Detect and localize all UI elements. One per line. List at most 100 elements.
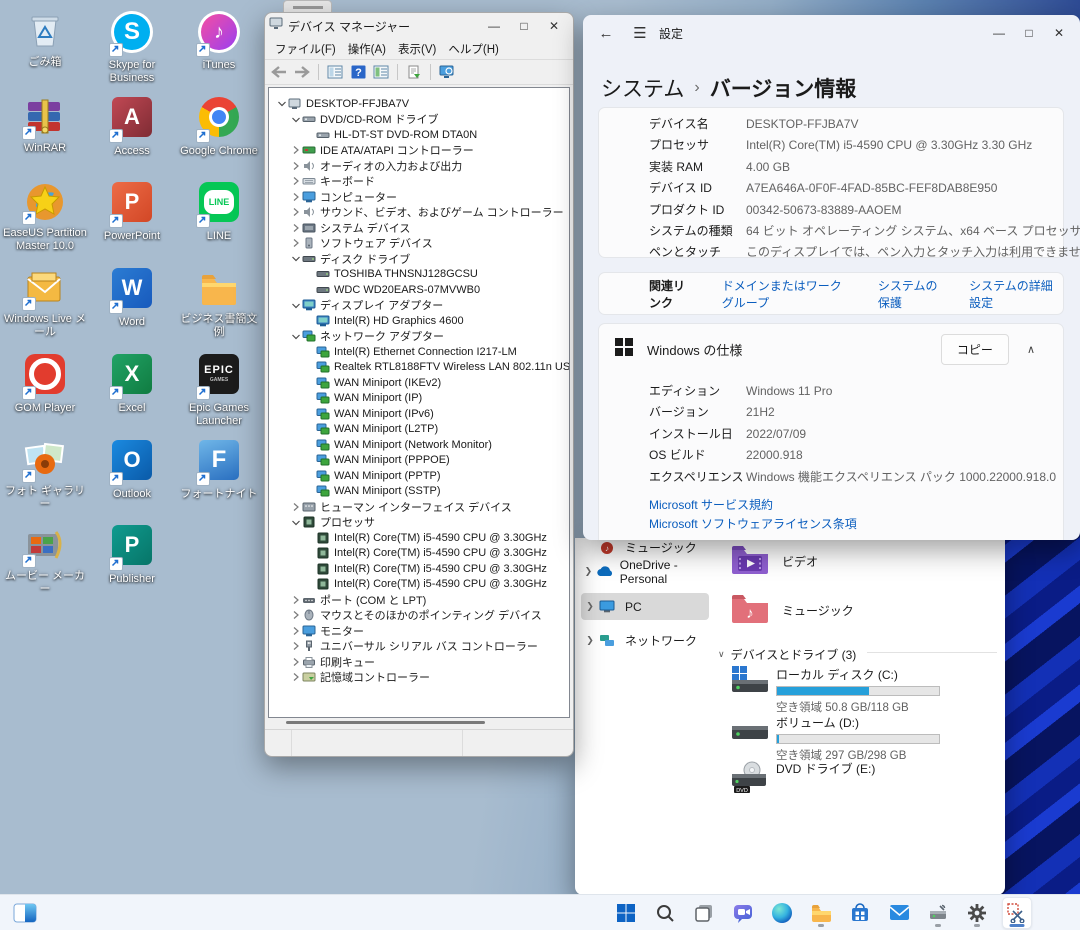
desktop-icon-epic-games-launcher[interactable]: EPICGAMESEpic Games Launcher xyxy=(176,351,262,428)
tree-item-wan-miniport-pptp[interactable]: WAN Miniport (PPTP) xyxy=(269,468,569,484)
desktop-icon-google-chrome[interactable]: Google Chrome xyxy=(176,94,262,158)
tree-item-dvd-cd-rom[interactable]: DVD/CD-ROM ドライブ xyxy=(269,112,569,128)
settings-titlebar[interactable]: ← ☰ 設定 — □ ✕ xyxy=(583,15,1080,51)
desktop-icon-winrar[interactable]: WinRAR xyxy=(2,94,88,155)
tree-item-toshiba-thnsnj128gcsu[interactable]: TOSHIBA THNSNJ128GCSU xyxy=(269,267,569,283)
list-view-icon[interactable] xyxy=(325,62,345,82)
desktop-icon-outlook[interactable]: OOutlook xyxy=(89,437,175,501)
chevron-down-icon[interactable] xyxy=(275,98,288,109)
desktop-icon-excel[interactable]: XExcel xyxy=(89,351,175,415)
drive-c[interactable]: ローカル ディスク (C:)空き領域 50.8 GB/118 GB xyxy=(730,666,990,715)
help-icon[interactable]: ? xyxy=(348,62,368,82)
desktop-icon-windows-live[interactable]: Windows Live メール xyxy=(2,265,88,339)
chevron-right-icon[interactable] xyxy=(289,656,302,667)
windows-spec-link-microsoft[interactable]: Microsoft サービス規約 xyxy=(649,498,773,512)
section-chevron-icon[interactable]: ∨ xyxy=(718,649,725,660)
tree-item-wan-miniport-sstp[interactable]: WAN Miniport (SSTP) xyxy=(269,484,569,500)
tree-item-hl-dt-st-dvd-rom-dta0n[interactable]: HL-DT-ST DVD-ROM DTA0N xyxy=(269,127,569,143)
desktop-icon-gom-player[interactable]: GOM Player xyxy=(2,351,88,415)
chevron-right-icon[interactable] xyxy=(289,641,302,652)
tree-item-item[interactable]: プロセッサ xyxy=(269,515,569,531)
chevron-right-icon[interactable] xyxy=(289,238,302,249)
chevron-right-icon[interactable] xyxy=(289,160,302,171)
chevron-right-icon[interactable]: ❯ xyxy=(581,601,599,612)
desktop-icon-publisher[interactable]: PPublisher xyxy=(89,522,175,586)
tree-item-item[interactable]: ヒューマン インターフェイス デバイス xyxy=(269,499,569,515)
hamburger-menu-icon[interactable]: ☰ xyxy=(623,20,657,46)
minimize-button[interactable]: — xyxy=(479,15,509,37)
device-manager-titlebar[interactable]: デバイス マネージャー — □ ✕ xyxy=(265,13,573,39)
copy-button[interactable]: コピー xyxy=(941,334,1009,365)
desktop-icon-item[interactable]: ムービー メーカー xyxy=(2,522,88,596)
chevron-right-icon[interactable]: ❯ xyxy=(581,635,599,646)
tree-item-com-lpt[interactable]: ポート (COM と LPT) xyxy=(269,592,569,608)
tree-item-item[interactable]: 印刷キュー xyxy=(269,654,569,670)
taskbar-start-icon[interactable] xyxy=(612,898,640,928)
chevron-right-icon[interactable] xyxy=(289,145,302,156)
taskbar-widgets-icon[interactable] xyxy=(10,899,40,926)
chevron-right-icon[interactable] xyxy=(289,610,302,621)
maximize-button[interactable]: □ xyxy=(1014,22,1044,44)
drive-dvd-e[interactable]: DVDDVD ドライブ (E:) xyxy=(730,760,990,799)
close-button[interactable]: ✕ xyxy=(539,15,569,37)
details-view-icon[interactable] xyxy=(371,62,391,82)
taskbar-mail-icon[interactable] xyxy=(885,898,913,928)
tree-item-item[interactable]: システム デバイス xyxy=(269,220,569,236)
menu-v[interactable]: 表示(V) xyxy=(392,39,442,59)
tree-item-realtek-rtl8188ftv-wireless-lan-802-11n-usb-2-0-n[interactable]: Realtek RTL8188FTV Wireless LAN 802.11n … xyxy=(269,360,569,376)
chevron-right-icon[interactable]: ❯ xyxy=(581,566,596,577)
tree-item-item[interactable]: マウスとそのほかのポインティング デバイス xyxy=(269,608,569,624)
taskbar-file-explorer-icon[interactable] xyxy=(807,898,835,928)
desktop-icon-itunes[interactable]: ♪iTunes xyxy=(176,8,262,72)
scan-hardware-icon[interactable] xyxy=(404,62,424,82)
menu-f[interactable]: ファイル(F) xyxy=(269,39,342,59)
menu-a[interactable]: 操作(A) xyxy=(342,39,392,59)
desktop-icon-access[interactable]: AAccess xyxy=(89,94,175,158)
chevron-right-icon[interactable] xyxy=(289,501,302,512)
tree-item-intel-r-core-tm-i5-4590-cpu-3-30ghz[interactable]: Intel(R) Core(TM) i5-4590 CPU @ 3.30GHz xyxy=(269,577,569,593)
chevron-down-icon[interactable] xyxy=(289,331,302,342)
desktop-icon-item[interactable]: フォト ギャラリー xyxy=(2,437,88,511)
taskbar-device-manager-icon[interactable] xyxy=(924,898,952,928)
breadcrumb-system[interactable]: システム xyxy=(601,73,684,103)
desktop-icon-item[interactable]: Fフォートナイト xyxy=(176,437,262,501)
tree-item-wan-miniport-pppoe[interactable]: WAN Miniport (PPPOE) xyxy=(269,453,569,469)
chevron-right-icon[interactable] xyxy=(289,222,302,233)
taskbar-search-icon[interactable] xyxy=(651,898,679,928)
taskbar-settings-icon[interactable] xyxy=(963,898,991,928)
folder-tile-item[interactable]: ビデオ xyxy=(730,540,970,582)
tree-item-intel-r-core-tm-i5-4590-cpu-3-30ghz[interactable]: Intel(R) Core(TM) i5-4590 CPU @ 3.30GHz xyxy=(269,530,569,546)
related-link-item[interactable]: ドメインまたはワークグループ xyxy=(722,277,852,311)
desktop-icon-skype-for-business[interactable]: SSkype for Business xyxy=(89,8,175,85)
tree-item-item[interactable]: オーディオの入力および出力 xyxy=(269,158,569,174)
tree-item-item[interactable]: ネットワーク アダプター xyxy=(269,329,569,345)
menu-h[interactable]: ヘルプ(H) xyxy=(442,39,504,59)
collapse-chevron-icon[interactable]: ∧ xyxy=(1027,343,1035,356)
sidebar-item-pc[interactable]: ❯PC xyxy=(581,593,709,620)
tree-item-wan-miniport-network-monitor[interactable]: WAN Miniport (Network Monitor) xyxy=(269,437,569,453)
taskbar-edge-icon[interactable] xyxy=(768,898,796,928)
tree-item-item[interactable]: サウンド、ビデオ、およびゲーム コントローラー xyxy=(269,205,569,221)
tree-item-desktop-ffjba7v[interactable]: DESKTOP-FFJBA7V xyxy=(269,96,569,112)
related-link-item[interactable]: システムの保護 xyxy=(878,277,943,311)
tree-item-intel-r-hd-graphics-4600[interactable]: Intel(R) HD Graphics 4600 xyxy=(269,313,569,329)
chevron-right-icon[interactable] xyxy=(289,176,302,187)
tree-item-wan-miniport-l2tp[interactable]: WAN Miniport (L2TP) xyxy=(269,422,569,438)
taskbar-chat-icon[interactable] xyxy=(729,898,757,928)
chevron-right-icon[interactable] xyxy=(289,672,302,683)
chevron-right-icon[interactable] xyxy=(289,625,302,636)
maximize-button[interactable]: □ xyxy=(509,15,539,37)
tree-item-item[interactable]: キーボード xyxy=(269,174,569,190)
taskbar-snipping-tool-icon[interactable] xyxy=(1002,897,1032,929)
windows-spec-header[interactable]: Windows の仕様 コピー ∧ xyxy=(599,324,1063,373)
chevron-down-icon[interactable] xyxy=(289,253,302,264)
back-icon[interactable]: ← xyxy=(589,20,623,46)
chevron-right-icon[interactable] xyxy=(289,191,302,202)
tree-item-item[interactable]: ユニバーサル シリアル バス コントローラー xyxy=(269,639,569,655)
tree-item-wan-miniport-ip[interactable]: WAN Miniport (IP) xyxy=(269,391,569,407)
forward-icon[interactable] xyxy=(292,62,312,82)
windows-spec-link-microsoft[interactable]: Microsoft ソフトウェアライセンス条項 xyxy=(649,517,857,531)
horizontal-scrollbar[interactable] xyxy=(268,719,570,726)
close-button[interactable]: ✕ xyxy=(1044,22,1074,44)
desktop-icon-item[interactable]: ビジネス書簡文例 xyxy=(176,265,262,339)
